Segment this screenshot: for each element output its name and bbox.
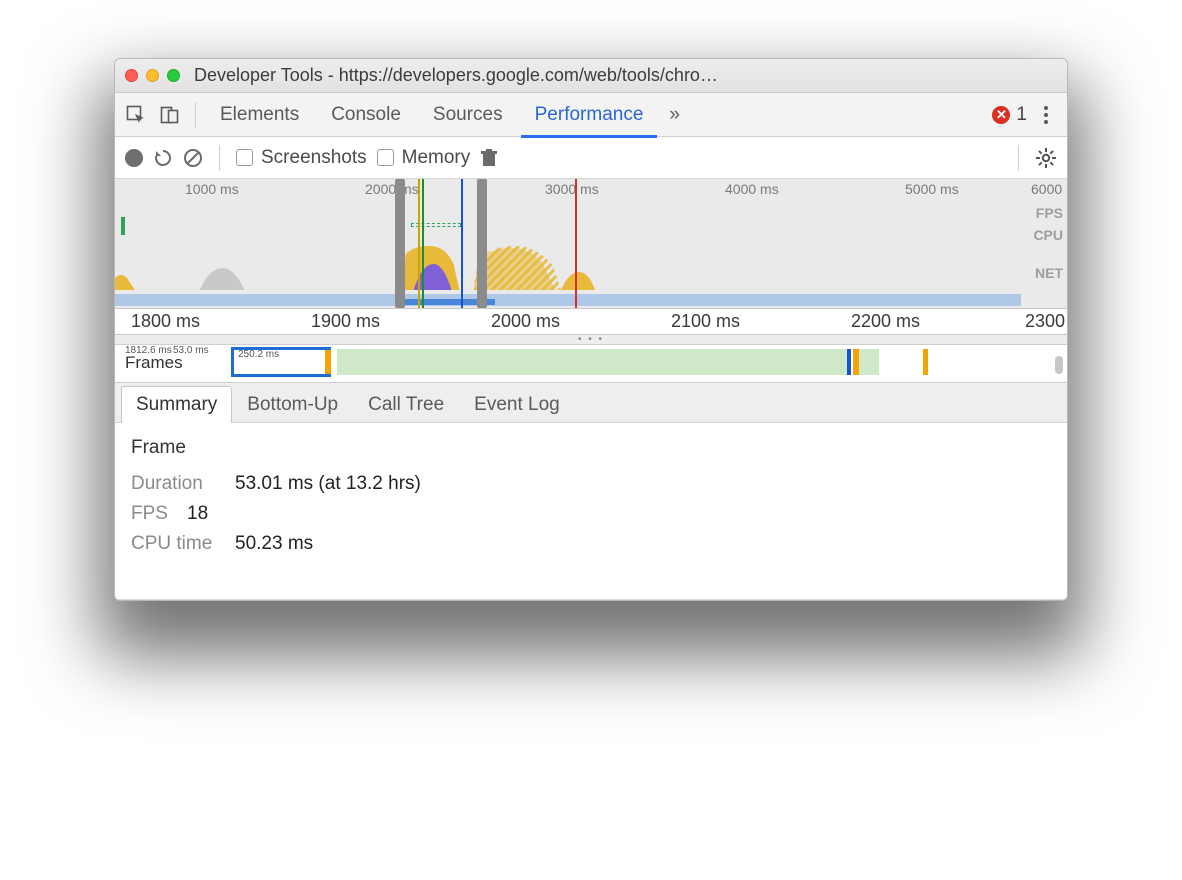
overview-selection-handle-left[interactable] — [395, 179, 405, 308]
window-title: Developer Tools - https://developers.goo… — [194, 65, 1057, 86]
devtools-window: Developer Tools - https://developers.goo… — [114, 58, 1068, 601]
pane-resize-handle[interactable]: • • • — [115, 335, 1067, 345]
marker-line — [422, 179, 424, 308]
traffic-lights — [125, 69, 180, 82]
fps-label: FPS — [1033, 205, 1063, 221]
overview-selection-handle-right[interactable] — [477, 179, 487, 308]
detail-key: Duration — [131, 473, 221, 495]
overview-tick: 5000 ms — [905, 181, 959, 197]
scrollbar-thumb[interactable] — [1055, 356, 1063, 374]
inspect-element-icon[interactable] — [121, 100, 151, 130]
ruler-tick: 1800 ms — [131, 311, 200, 332]
ruler-tick: 2100 ms — [671, 311, 740, 332]
error-count[interactable]: ✕ 1 — [992, 104, 1027, 126]
tab-sources[interactable]: Sources — [419, 93, 517, 137]
detail-row-fps: FPS 18 — [131, 503, 1051, 525]
close-window-button[interactable] — [125, 69, 138, 82]
overview-tick: 2000 ms — [365, 181, 419, 197]
error-count-value: 1 — [1016, 104, 1027, 126]
tab-event-log[interactable]: Event Log — [459, 386, 575, 423]
net-bar — [115, 294, 1021, 306]
titlebar: Developer Tools - https://developers.goo… — [115, 59, 1067, 93]
ruler-tick: 2000 ms — [491, 311, 560, 332]
divider — [1018, 145, 1019, 171]
kebab-menu-icon[interactable] — [1031, 100, 1061, 130]
frame-block[interactable] — [859, 349, 879, 375]
reload-button[interactable] — [153, 148, 173, 168]
more-tabs-button[interactable]: » — [661, 93, 688, 137]
detail-row-duration: Duration 53.01 ms (at 13.2 hrs) — [131, 473, 1051, 495]
cpu-label: CPU — [1033, 227, 1063, 243]
screenshots-label: Screenshots — [261, 147, 367, 169]
frames-track-label: Frames — [125, 353, 183, 373]
summary-panel: Frame Duration 53.01 ms (at 13.2 hrs) FP… — [115, 423, 1067, 600]
detail-value: 18 — [187, 503, 208, 525]
clear-button[interactable] — [183, 148, 203, 168]
minimize-window-button[interactable] — [146, 69, 159, 82]
tab-console[interactable]: Console — [317, 93, 415, 137]
tab-bottom-up[interactable]: Bottom-Up — [232, 386, 353, 423]
ruler-tick: 1900 ms — [311, 311, 380, 332]
ruler-tick: 2300 — [1025, 311, 1065, 332]
frame-block[interactable] — [337, 349, 847, 375]
divider — [195, 102, 196, 128]
overview-tick: 1000 ms — [185, 181, 239, 197]
tab-summary[interactable]: Summary — [121, 386, 232, 423]
record-button[interactable] — [125, 149, 143, 167]
net-label: NET — [1033, 265, 1063, 281]
trash-icon[interactable] — [480, 148, 498, 168]
detail-key: FPS — [131, 503, 173, 525]
frame-marker — [847, 349, 851, 375]
tab-call-tree[interactable]: Call Tree — [353, 386, 459, 423]
detail-key: CPU time — [131, 533, 221, 555]
performance-toolbar: Screenshots Memory — [115, 137, 1067, 179]
overview-tick: 6000 — [1031, 181, 1062, 197]
frame-duration-label: 250.2 ms — [238, 349, 279, 360]
selected-frame[interactable]: 250.2 ms — [231, 347, 331, 377]
marker-line — [461, 179, 463, 308]
ruler-tick: 2200 ms — [851, 311, 920, 332]
overview-timeline[interactable]: 1000 ms 2000 ms 3000 ms 4000 ms 5000 ms … — [115, 179, 1067, 309]
toggle-device-icon[interactable] — [155, 100, 185, 130]
frame-marker — [923, 349, 928, 375]
divider — [219, 145, 220, 171]
overview-track-labels: FPS CPU NET — [1033, 205, 1063, 281]
detail-value: 50.23 ms — [235, 533, 313, 555]
overview-tick: 4000 ms — [725, 181, 779, 197]
cpu-chart — [115, 242, 1021, 290]
zoom-window-button[interactable] — [167, 69, 180, 82]
settings-gear-icon[interactable] — [1035, 147, 1057, 169]
memory-label: Memory — [402, 147, 471, 169]
screenshots-checkbox[interactable]: Screenshots — [236, 147, 367, 169]
devtools-tabstrip: Elements Console Sources Performance » ✕… — [115, 93, 1067, 137]
detail-row-cpu-time: CPU time 50.23 ms — [131, 533, 1051, 555]
tab-elements[interactable]: Elements — [206, 93, 313, 137]
marker-line — [575, 179, 577, 308]
detail-ruler[interactable]: 1800 ms 1900 ms 2000 ms 2100 ms 2200 ms … — [115, 309, 1067, 335]
details-tabstrip: Summary Bottom-Up Call Tree Event Log — [115, 383, 1067, 423]
frame-marker — [325, 350, 331, 374]
checkbox-icon — [236, 149, 253, 166]
summary-heading: Frame — [131, 437, 1051, 459]
fps-bar — [121, 217, 125, 235]
error-icon: ✕ — [992, 106, 1010, 124]
frames-track[interactable]: 1812.6 ms 53.0 ms Frames 250.2 ms — [115, 345, 1067, 383]
overview-tick: 3000 ms — [545, 181, 599, 197]
memory-checkbox[interactable]: Memory — [377, 147, 471, 169]
detail-value: 53.01 ms (at 13.2 hrs) — [235, 473, 421, 495]
checkbox-icon — [377, 149, 394, 166]
tab-performance[interactable]: Performance — [521, 93, 658, 137]
marker-line — [418, 179, 420, 308]
